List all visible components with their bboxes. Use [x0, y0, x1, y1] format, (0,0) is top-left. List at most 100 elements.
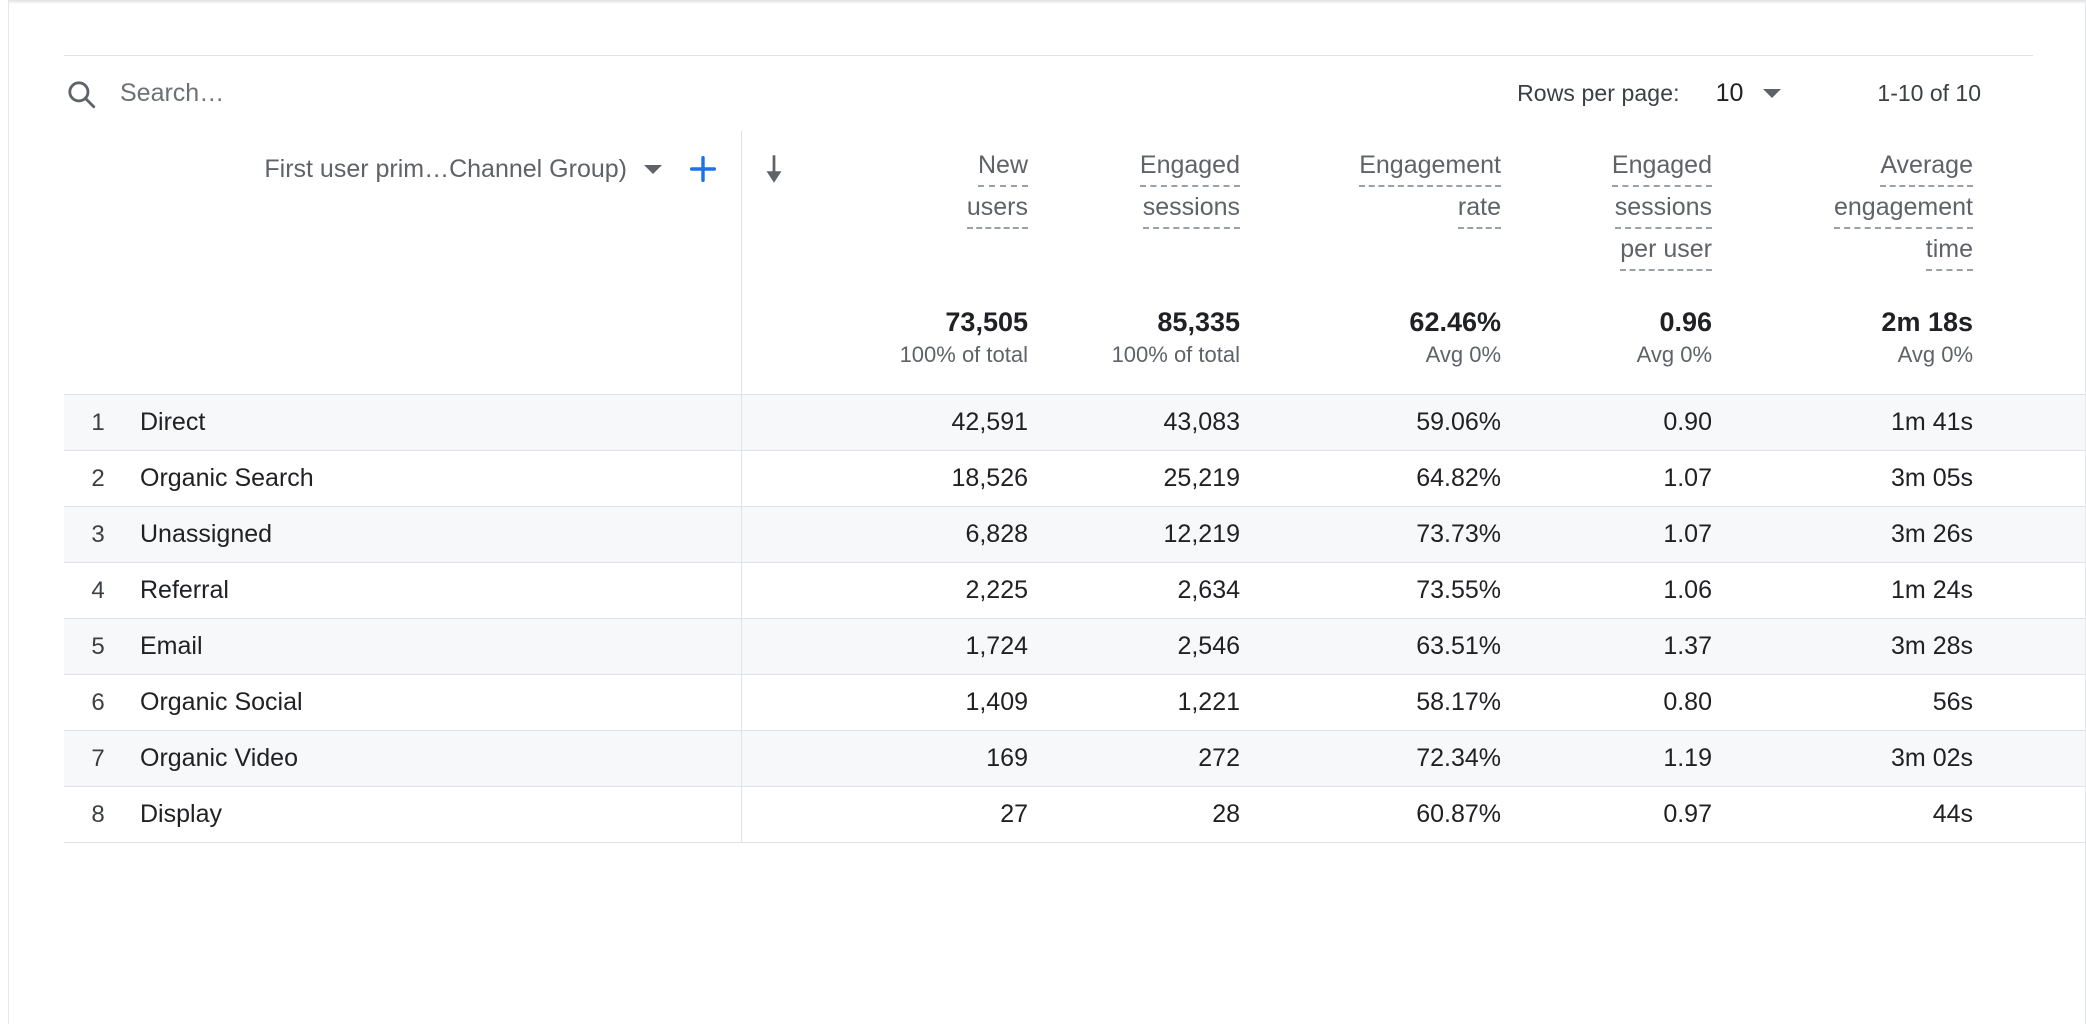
totals-spacer — [742, 289, 806, 394]
header-line: sessions — [1614, 191, 1712, 229]
cell-event-count — [1973, 563, 2085, 618]
cell-avg-eng-time: 1m 24s — [1712, 563, 1973, 618]
column-header-new-users[interactable]: New users — [806, 131, 1028, 289]
row-label[interactable]: Organic Social — [140, 688, 303, 717]
column-header-average-engagement-time[interactable]: Average engagement time — [1712, 131, 1973, 289]
cell-value: 18,526 — [951, 464, 1028, 492]
row-dimension-cell: 3 Unassigned — [64, 507, 742, 562]
header-line: sessions — [1142, 191, 1240, 229]
header-line: users — [966, 191, 1028, 229]
cell-engaged-sess: 272 — [1028, 731, 1240, 786]
cell-eng-per-user: 0.97 — [1501, 787, 1712, 842]
cell-engaged-sess: 2,546 — [1028, 619, 1240, 674]
cell-engaged-sess: 28 — [1028, 787, 1240, 842]
column-header-engagement-rate[interactable]: Engagement rate — [1240, 131, 1501, 289]
cell-value: 63.51% — [1416, 632, 1501, 660]
totals-value: 85,335 — [1157, 307, 1240, 337]
cell-eng-per-user: 1.19 — [1501, 731, 1712, 786]
row-dimension-cell: 6 Organic Social — [64, 675, 742, 730]
arrow-down-icon — [766, 155, 782, 183]
cell-value: 25,219 — [1163, 464, 1240, 492]
row-spacer — [742, 731, 806, 786]
row-dimension-cell: 8 Display — [64, 787, 742, 842]
cell-eng-per-user: 0.90 — [1501, 395, 1712, 450]
rows-per-page-select[interactable]: 10 — [1716, 79, 1782, 108]
row-spacer — [742, 563, 806, 618]
header-line: engagement — [1833, 191, 1973, 229]
totals-value: 0.96 — [1659, 307, 1712, 337]
cell-avg-eng-time: 3m 05s — [1712, 451, 1973, 506]
row-label[interactable]: Organic Search — [140, 464, 314, 493]
row-index: 8 — [91, 800, 105, 828]
row-index: 3 — [91, 520, 105, 548]
row-spacer — [742, 787, 806, 842]
totals-subtext: Avg 0% — [1425, 342, 1501, 367]
row-label[interactable]: Display — [140, 800, 222, 829]
cell-engaged-sess: 43,083 — [1028, 395, 1240, 450]
cell-value: 1.07 — [1663, 464, 1712, 492]
cell-new-users: 2,225 — [806, 563, 1028, 618]
header-line: Engagement — [1359, 149, 1501, 187]
row-index: 1 — [91, 408, 105, 436]
cell-eng-per-user: 1.07 — [1501, 507, 1712, 562]
cell-value: 2,634 — [1177, 576, 1240, 604]
totals-value: 73,505 — [945, 307, 1028, 337]
row-label[interactable]: Organic Video — [140, 744, 298, 773]
cell-event-count — [1973, 451, 2085, 506]
row-label[interactable]: Email — [140, 632, 203, 661]
cell-event-count — [1973, 507, 2085, 562]
row-dimension-cell: 5 Email — [64, 619, 742, 674]
table-row[interactable]: 1 Direct 42,591 43,083 59.06% 0.90 1m 41s — [64, 395, 2085, 451]
column-header-engaged-sessions[interactable]: Engaged sessions — [1028, 131, 1240, 289]
dimension-dropdown-button[interactable] — [627, 149, 679, 189]
totals-average-engagement-time: 2m 18s Avg 0% — [1712, 289, 1973, 394]
search-icon — [68, 80, 96, 108]
chevron-down-icon — [1763, 89, 1782, 98]
cell-value: 2,546 — [1177, 632, 1240, 660]
table-row[interactable]: 2 Organic Search 18,526 25,219 64.82% 1.07 3m … — [64, 451, 2085, 507]
column-header-event-count[interactable]: Eve All e — [1973, 131, 2085, 289]
table-row[interactable]: 8 Display 27 28 60.87% 0.97 44s — [64, 787, 2085, 843]
table-row[interactable]: 3 Unassigned 6,828 12,219 73.73% 1.07 3m 26s — [64, 507, 2085, 563]
cell-event-count — [1973, 675, 2085, 730]
row-label[interactable]: Direct — [140, 408, 205, 437]
cell-value: 1,724 — [965, 632, 1028, 660]
column-header-engaged-sessions-per-user[interactable]: Engaged sessions per user — [1501, 131, 1712, 289]
cell-engagement-rate: 73.55% — [1240, 563, 1501, 618]
cell-engagement-rate: 59.06% — [1240, 395, 1501, 450]
rows-per-page-value: 10 — [1715, 79, 1744, 107]
table-row[interactable]: 4 Referral 2,225 2,634 73.55% 1.06 1m 24s — [64, 563, 2085, 619]
cell-new-users: 18,526 — [806, 451, 1028, 506]
plus-icon — [689, 155, 717, 183]
cell-value: 27 — [1000, 800, 1028, 828]
table-row[interactable]: 6 Organic Social 1,409 1,221 58.17% 0.80 56s — [64, 675, 2085, 731]
header-line: New — [977, 149, 1028, 187]
cell-engagement-rate: 73.73% — [1240, 507, 1501, 562]
table-row[interactable]: 7 Organic Video 169 272 72.34% 1.19 3m 02s — [64, 731, 2085, 787]
cell-value: 72.34% — [1416, 744, 1501, 772]
search-box[interactable] — [64, 56, 680, 131]
search-input[interactable] — [120, 79, 680, 108]
row-spacer — [742, 619, 806, 674]
totals-subtext: 100% of total — [899, 342, 1028, 367]
cell-avg-eng-time: 44s — [1712, 787, 1973, 842]
row-label[interactable]: Unassigned — [140, 520, 272, 549]
cell-value: 2,225 — [965, 576, 1028, 604]
cell-new-users: 42,591 — [806, 395, 1028, 450]
table-row[interactable]: 5 Email 1,724 2,546 63.51% 1.37 3m 28s — [64, 619, 2085, 675]
add-dimension-button[interactable] — [679, 145, 727, 193]
cell-new-users: 1,724 — [806, 619, 1028, 674]
header-line: per user — [1620, 233, 1712, 271]
cell-value: 59.06% — [1416, 408, 1501, 436]
cell-value: 12,219 — [1163, 520, 1240, 548]
data-table-card: Rows per page: 10 1-10 of 10 First user … — [8, 0, 2086, 1024]
cell-value: 42,591 — [951, 408, 1028, 436]
cell-engagement-rate: 63.51% — [1240, 619, 1501, 674]
row-spacer — [742, 451, 806, 506]
row-label[interactable]: Referral — [140, 576, 229, 605]
cell-avg-eng-time: 3m 28s — [1712, 619, 1973, 674]
chevron-down-icon — [644, 164, 662, 174]
sort-indicator-cell[interactable] — [742, 131, 806, 289]
cell-engaged-sess: 1,221 — [1028, 675, 1240, 730]
table-header-row: First user prim…Channel Group) New users… — [64, 131, 2085, 289]
